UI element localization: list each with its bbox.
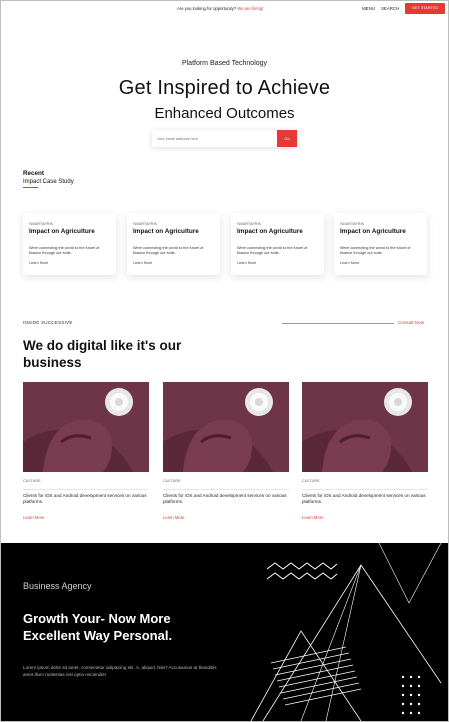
chair-image bbox=[302, 382, 428, 472]
email-input[interactable] bbox=[157, 134, 272, 143]
recent-subtitle: Impact Case Study bbox=[23, 179, 74, 185]
hiring-promo: Are you looking for opportunity? We are … bbox=[177, 6, 263, 11]
post-text: Clients for iOS and Android development … bbox=[302, 493, 426, 504]
chair-image bbox=[163, 382, 289, 472]
card-title: Impact on Agriculture bbox=[133, 228, 199, 235]
post-text: Clients for iOS and Android development … bbox=[163, 493, 287, 504]
business-agency-section: Business Agency Growth Your- Now More Ex… bbox=[1, 543, 448, 721]
card-tag: SMARTAFRIK bbox=[133, 222, 158, 226]
menu-link[interactable]: MENU bbox=[362, 6, 375, 11]
hiring-link[interactable]: We are hiring! bbox=[237, 6, 263, 11]
agency-label: Business Agency bbox=[23, 581, 92, 591]
card-description: Were connecting the world to the future … bbox=[29, 246, 100, 256]
chair-image bbox=[23, 382, 149, 472]
get-started-button[interactable]: GET STARTED bbox=[405, 3, 445, 14]
card-learn-more-link[interactable]: Learn More bbox=[29, 261, 48, 265]
section-label: INSIDE SUCCESSIVE bbox=[23, 320, 73, 325]
card-title: Impact on Agriculture bbox=[29, 228, 95, 235]
card-title: Impact on Agriculture bbox=[237, 228, 303, 235]
post-divider bbox=[163, 489, 289, 490]
post-learn-more-link[interactable]: Learn More bbox=[302, 515, 323, 520]
recent-label: Recent bbox=[23, 170, 44, 177]
recent-underline bbox=[23, 187, 38, 188]
section-divider bbox=[282, 323, 394, 324]
agency-title: Growth Your- Now More Excellent Way Pers… bbox=[23, 611, 173, 643]
card-tag: SMARTAFRIK bbox=[29, 222, 54, 226]
post-category: CULTURE bbox=[302, 479, 320, 483]
case-study-card[interactable]: SMARTAFRIK Impact on Agriculture Were co… bbox=[127, 213, 220, 275]
agency-description: Lorem ipsum dolor sit amet, consectetur … bbox=[23, 665, 217, 677]
post-learn-more-link[interactable]: Learn More bbox=[163, 515, 184, 520]
card-description: Were connecting the world to the future … bbox=[237, 246, 308, 256]
post-category: CULTURE bbox=[23, 479, 41, 483]
promo-text: Are you looking for opportunity? bbox=[177, 6, 237, 11]
card-title: Impact on Agriculture bbox=[340, 228, 406, 235]
card-description: Were connecting the world to the future … bbox=[133, 246, 204, 256]
post-divider bbox=[302, 489, 428, 490]
consult-now-link[interactable]: Consult Now bbox=[398, 320, 424, 325]
card-tag: SMARTAFRIK bbox=[340, 222, 365, 226]
page-frame: Are you looking for opportunity? We are … bbox=[0, 0, 449, 722]
case-study-card[interactable]: SMARTAFRIK Impact on Agriculture Were co… bbox=[231, 213, 324, 275]
post-text: Clients for iOS and Android development … bbox=[23, 493, 147, 504]
hero-subtitle: Enhanced Outcomes bbox=[154, 105, 295, 122]
email-subscribe-form: Go bbox=[152, 130, 297, 147]
hero-title: Get Inspired to Achieve bbox=[118, 77, 331, 99]
post-learn-more-link[interactable]: Learn More bbox=[23, 515, 44, 520]
section-title: We do digital like it's our business bbox=[23, 338, 182, 370]
case-study-card[interactable]: SMARTAFRIK Impact on Agriculture Were co… bbox=[334, 213, 427, 275]
go-button[interactable]: Go bbox=[277, 130, 297, 147]
post-divider bbox=[23, 489, 149, 490]
card-learn-more-link[interactable]: Learn More bbox=[133, 261, 152, 265]
card-learn-more-link[interactable]: Learn More bbox=[340, 261, 359, 265]
search-link[interactable]: SEARCH bbox=[381, 6, 399, 11]
post-category: CULTURE bbox=[163, 479, 181, 483]
case-study-card[interactable]: SMARTAFRIK Impact on Agriculture Were co… bbox=[23, 213, 116, 275]
card-description: Were connecting the world to the future … bbox=[340, 246, 411, 256]
card-learn-more-link[interactable]: Learn More bbox=[237, 261, 256, 265]
top-bar: Are you looking for opportunity? We are … bbox=[1, 1, 448, 17]
hero-kicker: Platform Based Technology bbox=[181, 60, 268, 67]
card-tag: SMARTAFRIK bbox=[237, 222, 262, 226]
